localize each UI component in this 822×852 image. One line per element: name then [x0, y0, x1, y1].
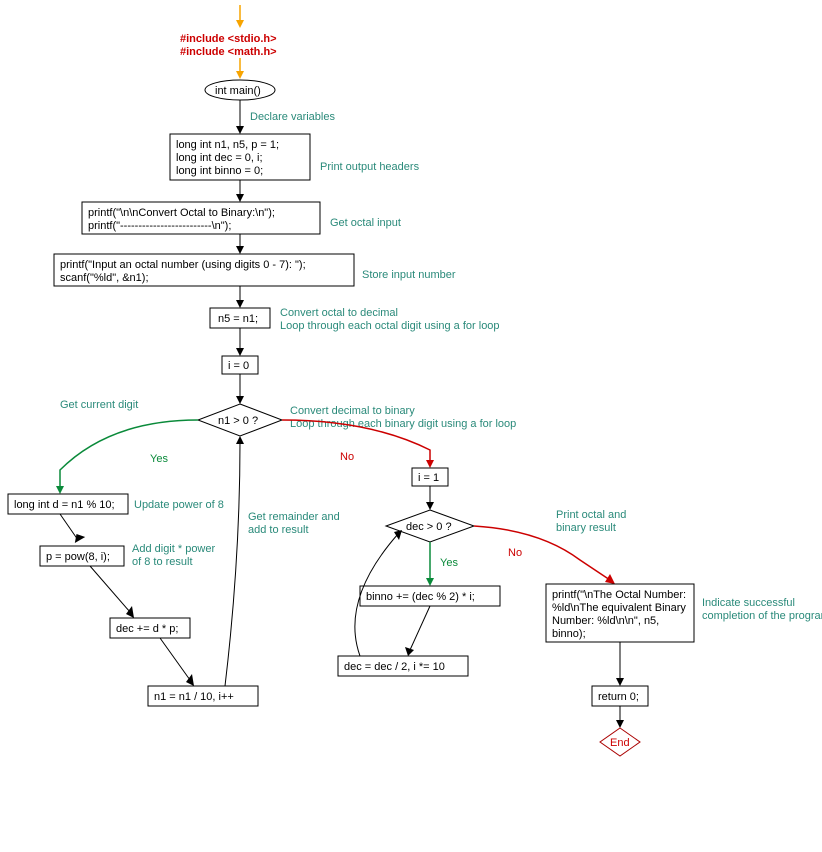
- loop1-back-head: [236, 436, 244, 444]
- pow-label: p = pow(8, i);: [46, 551, 110, 563]
- cond1-no-label: No: [340, 451, 354, 463]
- comment-success2: completion of the program: [702, 610, 822, 622]
- declare-line2: long int dec = 0, i;: [176, 152, 263, 164]
- loop2-back-head: [394, 530, 402, 540]
- i1-label: i = 1: [418, 472, 439, 484]
- loop-upd-label: n1 = n1 / 10, i++: [154, 691, 234, 703]
- include-stdio: #include <stdio.h>: [180, 33, 277, 45]
- comment-get-rem2: add to result: [248, 524, 309, 536]
- entry-arrowhead: [236, 20, 244, 28]
- cond1-yes-head: [56, 486, 64, 494]
- comment-loop-octal: Loop through each octal digit using a fo…: [280, 320, 500, 332]
- comment-store-input: Store input number: [362, 269, 456, 281]
- comment-convert-decimal: Convert octal to decimal: [280, 307, 398, 319]
- arrowhead-return-end: [616, 720, 624, 728]
- arrowhead-printf-return: [616, 678, 624, 686]
- printf-result4: binno);: [552, 628, 586, 640]
- dec-add-label: dec += d * p;: [116, 623, 178, 635]
- comment-print-result1: Print octal and: [556, 509, 626, 521]
- comment-add-digit2: of 8 to result: [132, 556, 193, 568]
- end-label: End: [610, 737, 630, 749]
- comment-add-digit: Add digit * power: [132, 543, 215, 555]
- declare-line3: long int binno = 0;: [176, 165, 263, 177]
- printf-result1: printf("\nThe Octal Number:: [552, 589, 686, 601]
- binno-add-label: binno += (dec % 2) * i;: [366, 591, 475, 603]
- scanf-line: scanf("%ld", &n1);: [60, 272, 149, 284]
- arrowhead-pow-decadd: [126, 606, 134, 618]
- printf-result2: %ld\nThe equivalent Binary: [552, 602, 686, 614]
- flowchart-canvas: #include <stdio.h> #include <math.h> int…: [0, 0, 822, 852]
- arrowhead-declare-printf1: [236, 194, 244, 202]
- loop1-back-path: [225, 442, 240, 686]
- arrowhead-printf1-printf2: [236, 246, 244, 254]
- i0-label: i = 0: [228, 360, 249, 372]
- comment-loop-binary: Loop through each binary digit using a f…: [290, 418, 516, 430]
- cond2-yes-label: Yes: [440, 557, 458, 569]
- cond1-label: n1 > 0 ?: [218, 415, 258, 427]
- arrowhead-store-i0: [236, 348, 244, 356]
- comment-declare: Declare variables: [250, 111, 335, 123]
- cond1-yes-path: [60, 420, 198, 488]
- arrowhead-binno-decupd: [405, 647, 414, 656]
- comment-success1: Indicate successful: [702, 597, 795, 609]
- arrowhead-i1-cond2: [426, 502, 434, 510]
- store-label: n5 = n1;: [218, 313, 258, 325]
- arrow-digit-pow: [60, 514, 78, 540]
- dec-upd-label: dec = dec / 2, i *= 10: [344, 661, 445, 673]
- cond2-label: dec > 0 ?: [406, 521, 452, 533]
- printf-header2: printf("-------------------------\n");: [88, 220, 231, 232]
- get-digit-label: long int d = n1 % 10;: [14, 499, 115, 511]
- printf-result3: Number: %ld\n\n", n5,: [552, 615, 659, 627]
- comment-get-rem1: Get remainder and: [248, 511, 340, 523]
- cond1-no-head: [426, 460, 434, 468]
- arrow-decadd-loop: [160, 638, 190, 680]
- printf-header1: printf("\n\nConvert Octal to Binary:\n")…: [88, 207, 275, 219]
- return-label: return 0;: [598, 691, 639, 703]
- comment-convert-binary: Convert decimal to binary: [290, 405, 415, 417]
- arrowhead-i0-cond1: [236, 396, 244, 404]
- cond2-no-label: No: [508, 547, 522, 559]
- declare-line1: long int n1, n5, p = 1;: [176, 139, 279, 151]
- comment-print-headers: Print output headers: [320, 161, 420, 173]
- cond2-no-head: [605, 574, 615, 584]
- comment-print-result2: binary result: [556, 522, 616, 534]
- arrow-pow-decadd: [90, 566, 130, 612]
- main-label: int main(): [215, 85, 261, 97]
- cond2-yes-head: [426, 578, 434, 586]
- include-math: #include <math.h>: [180, 46, 277, 58]
- arrow-binno-decupd: [410, 606, 430, 650]
- arrowhead-main-declare: [236, 126, 244, 134]
- comment-get-input: Get octal input: [330, 217, 401, 229]
- arrowhead-input-store: [236, 300, 244, 308]
- comment-get-digit: Get current digit: [60, 399, 138, 411]
- comment-update-pow: Update power of 8: [134, 499, 224, 511]
- printf-input: printf("Input an octal number (using dig…: [60, 259, 306, 271]
- cond1-yes-label: Yes: [150, 453, 168, 465]
- cond2-no-path: [474, 526, 610, 580]
- arrowhead-to-main: [236, 71, 244, 79]
